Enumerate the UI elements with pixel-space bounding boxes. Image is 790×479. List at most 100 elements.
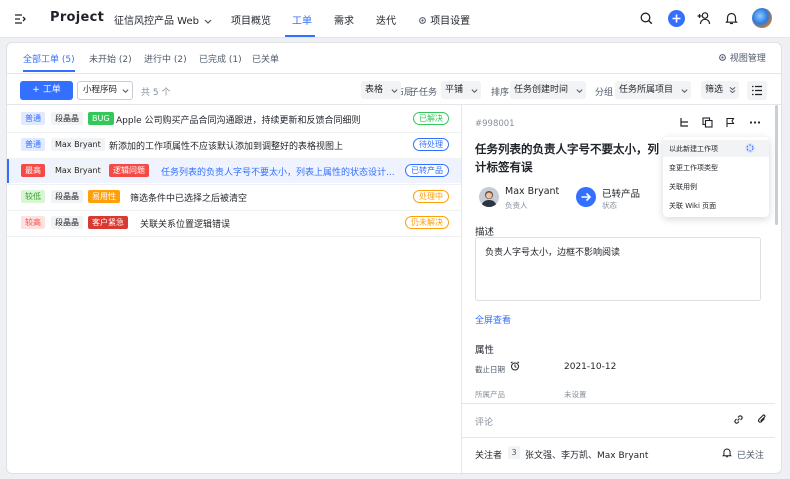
description-box[interactable]: 负责人字号太小，边框不影响阅读: [475, 237, 761, 301]
ticket-title[interactable]: Apple 公司购买产品合同沟通跟进，持续更新和反馈合同细则: [116, 113, 360, 126]
tab-not-started[interactable]: 未开始 (2): [89, 52, 132, 65]
due-date-value[interactable]: 2021-10-12: [564, 362, 616, 372]
more-icon[interactable]: [749, 117, 761, 128]
chevron-down-icon: [122, 87, 129, 94]
assignee-tag[interactable]: Max Bryant: [51, 138, 105, 151]
project-settings-label: 项目设置: [430, 16, 471, 27]
type-tag[interactable]: BUG: [88, 112, 114, 125]
followers-names[interactable]: 张文强、李万凯、Max Bryant: [525, 448, 648, 461]
table-row[interactable]: 较高 段晶晶 客户紧急 关联关系位置逻辑错误 仍未解决: [7, 211, 461, 237]
nav-active-indicator: [285, 35, 315, 37]
followers-divider: [462, 437, 775, 438]
table-row[interactable]: 普通 段晶晶 BUG Apple 公司购买产品合同沟通跟进，持续更新和反馈合同细则 已解…: [7, 107, 461, 133]
program-select[interactable]: 小程序码: [77, 81, 133, 100]
status-name[interactable]: 已转产品: [602, 186, 640, 200]
sort-select[interactable]: 任务创建时间: [510, 81, 586, 99]
ticket-title[interactable]: 关联关系位置逻辑错误: [140, 217, 230, 230]
table-row[interactable]: 普通 Max Bryant 新添加的工作项属性不应该默认添加到调整好的表格视图上 待处…: [7, 133, 461, 159]
status-badge[interactable]: 处理中: [413, 190, 449, 203]
assignee-name[interactable]: Max Bryant: [505, 186, 559, 197]
ticket-title[interactable]: 筛选条件中已选择之后被清空: [130, 191, 247, 204]
detail-scrollbar[interactable]: [775, 105, 778, 225]
ticket-title[interactable]: 新添加的工作项属性不应该默认添加到调整好的表格视图上: [109, 139, 343, 152]
description-text: 负责人字号太小，边框不影响阅读: [485, 248, 621, 258]
status-badge[interactable]: 待处理: [413, 138, 449, 151]
description-label: 描述: [475, 227, 495, 238]
nav-tickets[interactable]: 工单: [292, 12, 312, 27]
tab-all-tickets[interactable]: 全部工单 (5): [23, 52, 75, 65]
menu-collapse-icon[interactable]: [14, 13, 26, 25]
status-badge[interactable]: 已转产品: [405, 164, 449, 177]
add-member-icon[interactable]: [697, 11, 711, 25]
assignee-tag[interactable]: Max Bryant: [51, 164, 105, 177]
nav-requirements[interactable]: 需求: [334, 12, 354, 27]
table-row[interactable]: 最高 Max Bryant 逻辑问题 任务列表的负责人字号不要太小，列表上属性的状态设…: [7, 159, 461, 185]
chevron-down-icon: [681, 87, 688, 94]
priority-tag[interactable]: 较低: [21, 190, 45, 203]
priority-tag[interactable]: 普通: [21, 112, 45, 125]
menu-item-new-from-this[interactable]: 以此新建工作项: [669, 144, 718, 154]
nav-project-overview[interactable]: 项目概览: [231, 12, 271, 27]
view-manage-button[interactable]: 视图管理: [718, 51, 766, 64]
app-title: Project: [50, 10, 105, 25]
project-switcher[interactable]: 征信风控产品 Web: [114, 12, 212, 27]
product-value[interactable]: 未设置: [564, 389, 587, 400]
filter-button[interactable]: 筛选: [701, 81, 739, 99]
list-view-toggle[interactable]: [747, 81, 767, 100]
tabs-divider: [7, 73, 781, 74]
type-tag[interactable]: 逻辑问题: [109, 164, 149, 177]
priority-tag[interactable]: 较高: [21, 216, 45, 229]
status-badge[interactable]: 仍未解决: [405, 216, 449, 229]
assignee-tag[interactable]: 段晶晶: [51, 112, 83, 125]
new-ticket-button[interactable]: + 工单: [20, 81, 73, 100]
notification-bell-icon[interactable]: [725, 11, 738, 25]
type-tag[interactable]: 易用性: [88, 190, 120, 203]
menu-item-link-testcase[interactable]: 关联用例: [669, 182, 697, 192]
sort-label: 排序: [491, 88, 510, 98]
selected-row-indicator: [7, 159, 9, 183]
attachment-icon[interactable]: [757, 413, 767, 425]
create-plus-icon[interactable]: [668, 10, 685, 27]
table-row[interactable]: 较低 段晶晶 易用性 筛选条件中已选择之后被清空 处理中: [7, 185, 461, 211]
layout-select-box[interactable]: 表格: [361, 81, 401, 99]
priority-tag[interactable]: 普通: [21, 138, 45, 151]
product-label: 所属产品: [475, 390, 505, 399]
status-badge[interactable]: 已解决: [413, 112, 449, 125]
status-arrow-icon[interactable]: [576, 187, 596, 207]
link-icon[interactable]: [733, 414, 744, 425]
ticket-title[interactable]: 任务列表的负责人字号不要太小，列表上属性的状态设计...: [161, 165, 395, 178]
program-select-value: 小程序码: [83, 85, 118, 95]
copy-icon[interactable]: [702, 117, 713, 128]
type-tag[interactable]: 客户紧急: [88, 216, 128, 229]
toolbar-divider: [7, 104, 781, 105]
project-settings-link[interactable]: 项目设置: [418, 12, 470, 27]
tab-completed[interactable]: 已完成 (1): [199, 52, 242, 65]
bell-icon: [722, 447, 732, 458]
cursor-spinner-icon: [745, 143, 755, 153]
user-avatar[interactable]: [752, 8, 772, 28]
followers-label: 关注者: [475, 451, 503, 461]
search-icon[interactable]: [640, 12, 653, 25]
chevron-down-icon: [391, 87, 398, 94]
nav-iterations[interactable]: 迭代: [376, 12, 396, 27]
followed-button[interactable]: 已关注: [737, 448, 764, 461]
subtask-select[interactable]: 平铺: [441, 81, 481, 99]
fullscreen-link[interactable]: 全屏查看: [475, 313, 511, 326]
main-panel: 全部工单 (5) 未开始 (2) 进行中 (2) 已完成 (1) 已关单 视图管…: [6, 42, 782, 474]
priority-tag[interactable]: 最高: [21, 164, 45, 177]
tab-closed[interactable]: 已关单: [252, 52, 279, 65]
comment-input[interactable]: 评论: [475, 415, 493, 428]
assignee-tag[interactable]: 段晶晶: [51, 190, 83, 203]
status-role: 状态: [602, 201, 617, 210]
group-select[interactable]: 任务所属项目: [615, 81, 691, 99]
chevron-down-icon: [471, 87, 478, 94]
layout-select-value: 表格: [365, 85, 384, 95]
subtask-tree-icon[interactable]: [679, 117, 690, 128]
ticket-id: #998001: [475, 119, 515, 129]
tab-active-indicator: [23, 70, 75, 72]
menu-item-change-type[interactable]: 变更工作项类型: [669, 163, 718, 173]
flag-icon[interactable]: [725, 117, 736, 128]
tab-in-progress[interactable]: 进行中 (2): [144, 52, 187, 65]
assignee-tag[interactable]: 段晶晶: [51, 216, 83, 229]
menu-item-link-wiki[interactable]: 关联 Wiki 页面: [669, 201, 716, 211]
